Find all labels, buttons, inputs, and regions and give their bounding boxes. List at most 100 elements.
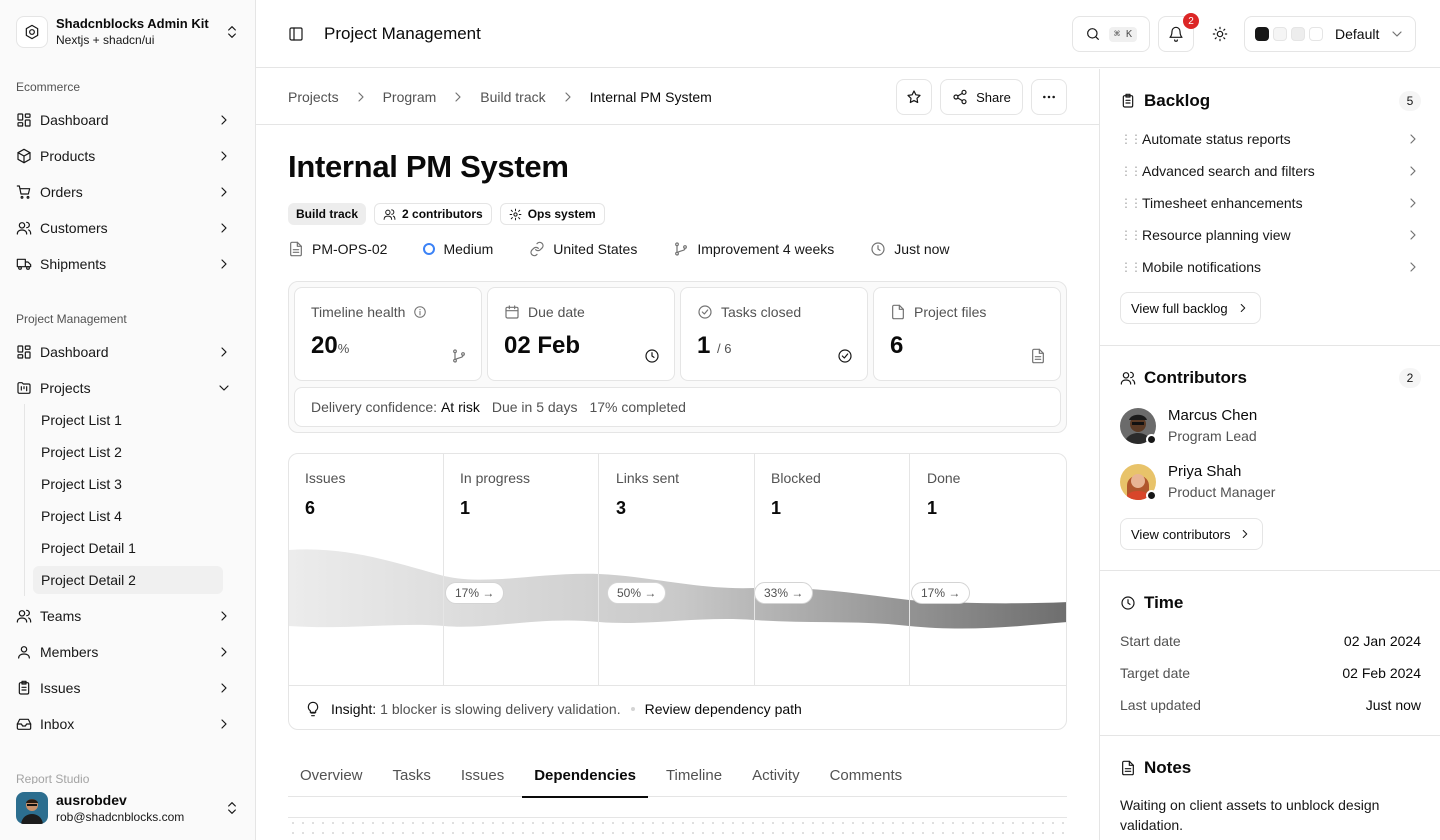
sidebar-subitem-project-list-4[interactable]: Project List 4 [33,502,223,530]
issue-funnel: Issues 6 In progress 1 Links sent 3 Bloc… [288,453,1067,730]
more-actions-button[interactable] [1031,79,1067,115]
tab-dependencies[interactable]: Dependencies [522,753,648,798]
notes-title: Notes [1144,758,1192,777]
sidebar-item-label: Members [40,644,99,660]
drag-handle-icon[interactable]: ⋮⋮ [1120,164,1142,178]
tab-comments[interactable]: Comments [818,753,915,797]
user-icon [18,646,30,659]
sidebar-item-orders[interactable]: Orders [8,176,248,208]
sidebar-subitem-project-list-1[interactable]: Project List 1 [33,406,223,434]
section-label-project-management: Project Management [16,312,127,326]
stat-unit: % [337,341,350,356]
sidebar-item-pm-dashboard[interactable]: Dashboard [8,336,248,368]
time-value: 02 Feb 2024 [1342,665,1421,681]
tab-timeline[interactable]: Timeline [654,753,734,797]
stat-label: Due date [528,304,585,320]
contributor-row[interactable]: Priya Shah Product Manager [1120,462,1275,502]
sidebar-subitem-project-list-3[interactable]: Project List 3 [33,470,223,498]
theme-select[interactable]: Default [1244,16,1416,52]
layout-dashboard-icon [17,345,31,359]
page-title: Internal PM System [288,149,569,184]
confidence-due: Due in 5 days [491,399,578,415]
section-label-ecommerce: Ecommerce [16,80,81,94]
user-name: ausrobdev [56,791,127,808]
sidebar-item-projects[interactable]: Projects [8,372,248,404]
dependency-canvas[interactable] [288,817,1067,840]
online-status-dot [1146,490,1157,501]
drag-handle-icon[interactable]: ⋮⋮ [1120,196,1142,210]
bell-icon [1169,26,1183,42]
sidebar-toggle-button[interactable] [288,26,304,42]
time-key: Start date [1120,633,1181,649]
contributor-row[interactable]: Marcus Chen Program Lead [1120,406,1257,446]
time-key: Target date [1120,665,1191,681]
lightbulb-icon [307,701,319,716]
file-text-icon [1122,760,1134,776]
sidebar-item-issues[interactable]: Issues [8,672,248,704]
drag-handle-icon[interactable]: ⋮⋮ [1120,228,1142,242]
backlog-item-label: Advanced search and filters [1142,163,1315,179]
tab-issues[interactable]: Issues [449,753,516,797]
tag-track[interactable]: Build track [288,203,367,225]
view-full-backlog-button[interactable]: View full backlog [1120,292,1261,324]
backlog-item[interactable]: ⋮⋮ Automate status reports [1120,123,1421,155]
tag-system[interactable]: Ops system [499,203,605,225]
chevron-right-icon [221,611,227,621]
user-menu[interactable]: ausrobdev rob@shadcnblocks.com [8,784,248,832]
sidebar-item-teams[interactable]: Teams [8,600,248,632]
drag-handle-icon[interactable]: ⋮⋮ [1120,260,1142,274]
review-dependency-link[interactable]: Review dependency path [645,701,802,717]
contributors-section: Contributors 2 Marcus Chen Program Lead … [1100,346,1440,571]
sidebar-item-customers[interactable]: Customers [8,212,248,244]
sidebar: Shadcnblocks Admin Kit Nextjs + shadcn/u… [0,0,256,840]
sun-icon [1212,26,1228,42]
breadcrumb-build-track[interactable]: Build track [480,89,545,105]
sidebar-item-ecommerce-dashboard[interactable]: Dashboard [8,104,248,136]
confidence-status: At risk [440,399,480,415]
sidebar-item-products[interactable]: Products [8,140,248,172]
meta-region: United States [529,241,637,257]
tag-contributors[interactable]: 2 contributors [374,203,492,225]
sidebar-subitem-project-detail-2[interactable]: Project Detail 2 [33,566,223,594]
meta-value: United States [553,241,638,257]
brand-subtitle: Nextjs + shadcn/ui [56,33,155,47]
share-label: Share [976,89,1011,105]
link-icon [530,241,544,257]
search-button[interactable]: ⌘ K [1072,16,1150,52]
favorite-button[interactable] [896,79,932,115]
sidebar-item-members[interactable]: Members [8,636,248,668]
tab-overview[interactable]: Overview [288,753,375,797]
breadcrumb-program[interactable]: Program [383,89,437,105]
stage-label: Links sent [616,470,680,486]
sidebar-subitem-project-list-2[interactable]: Project List 2 [33,438,223,466]
sidebar-subitem-project-detail-1[interactable]: Project Detail 1 [33,534,223,562]
chevron-right-icon [1240,303,1245,313]
backlog-item[interactable]: ⋮⋮ Mobile notifications [1120,251,1421,283]
drag-handle-icon[interactable]: ⋮⋮ [1120,132,1142,146]
breadcrumb-projects[interactable]: Projects [288,89,339,105]
notifications-button[interactable]: 2 [1158,13,1199,52]
backlog-item[interactable]: ⋮⋮ Resource planning view [1120,219,1421,251]
folder-kanban-icon [17,382,31,394]
tab-activity[interactable]: Activity [740,753,812,797]
stats-panel: Timeline health 20% Due date 02 Feb Task… [288,281,1067,433]
backlog-item[interactable]: ⋮⋮ Advanced search and filters [1120,155,1421,187]
share-button[interactable]: Share [940,79,1023,115]
view-contributors-button[interactable]: View contributors [1120,518,1264,550]
meta-value: Just now [894,241,950,257]
contributors-header: Contributors [1120,368,1247,388]
brand-switcher[interactable]: Shadcnblocks Admin Kit Nextjs + shadcn/u… [8,8,248,56]
backlog-item[interactable]: ⋮⋮ Timesheet enhancements [1120,187,1421,219]
meta-priority: Medium [423,241,493,257]
sidebar-item-label: Customers [40,220,108,236]
theme-mode-toggle[interactable] [1202,16,1238,52]
confidence-label: Delivery confidence: [311,399,438,415]
chevron-right-icon [565,92,571,102]
tab-tasks[interactable]: Tasks [381,753,443,797]
chevron-right-icon [455,92,461,102]
chevron-right-icon [221,683,227,693]
sidebar-item-shipments[interactable]: Shipments [8,248,248,280]
meta-type: Improvement 4 weeks [673,241,834,257]
calendar-icon [505,305,519,319]
sidebar-item-inbox[interactable]: Inbox [8,708,248,740]
